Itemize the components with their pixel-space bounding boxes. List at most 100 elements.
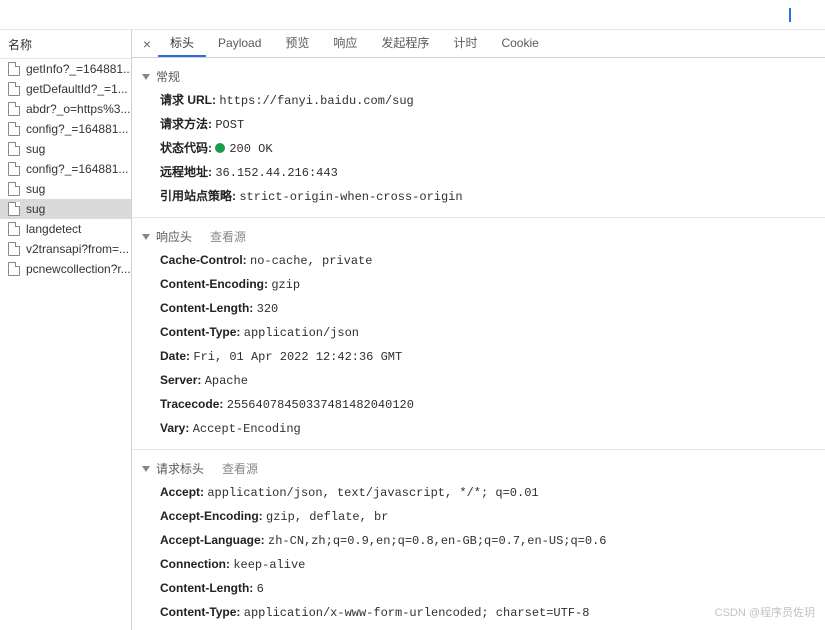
header-value: 25564078450337481482040120 (227, 398, 414, 412)
request-item-label: abdr?_o=https%3... (26, 102, 130, 116)
header-key: Server: (160, 373, 205, 387)
header-key: Date: (160, 349, 193, 363)
header-row: Tracecode: 25564078450337481482040120 (132, 393, 825, 417)
header-value: strict-origin-when-cross-origin (239, 190, 462, 204)
header-key: 请求 URL: (160, 93, 219, 107)
request-item[interactable]: config?_=164881... (0, 119, 131, 139)
header-key: Content-Encoding: (160, 277, 271, 291)
header-key: Content-Length: (160, 581, 257, 595)
view-source-link[interactable]: 查看源 (222, 460, 258, 477)
section-general: 常规 请求 URL: https://fanyi.baidu.com/sug请求… (132, 58, 825, 218)
request-item-label: config?_=164881... (26, 122, 128, 136)
header-value: Accept-Encoding (193, 422, 301, 436)
tab[interactable]: 发起程序 (369, 30, 441, 57)
close-details-button[interactable]: × (136, 36, 158, 52)
file-icon (8, 182, 20, 196)
request-item[interactable]: pcnewcollection?r... (0, 259, 131, 279)
header-key: Accept-Encoding: (160, 509, 266, 523)
chevron-down-icon (142, 74, 150, 80)
header-key: Accept: (160, 485, 207, 499)
request-item-label: getDefaultId?_=1... (26, 82, 128, 96)
request-item[interactable]: getDefaultId?_=1... (0, 79, 131, 99)
header-value: application/x-www-form-urlencoded; chars… (244, 606, 590, 620)
tab-bar: × 标头Payload预览响应发起程序计时Cookie (132, 30, 825, 58)
header-key: Accept-Language: (160, 533, 268, 547)
header-value: 36.152.44.216:443 (215, 166, 337, 180)
header-value: no-cache, private (250, 254, 372, 268)
file-icon (8, 102, 20, 116)
header-row: Accept-Language: zh-CN,zh;q=0.9,en;q=0.8… (132, 529, 825, 553)
file-icon (8, 242, 20, 256)
header-value: https://fanyi.baidu.com/sug (219, 94, 413, 108)
header-value: Apache (205, 374, 248, 388)
header-row: Vary: Accept-Encoding (132, 417, 825, 441)
request-item[interactable]: v2transapi?from=... (0, 239, 131, 259)
tab[interactable]: Cookie (489, 30, 550, 57)
header-value: Fri, 01 Apr 2022 12:42:36 GMT (193, 350, 402, 364)
chevron-down-icon (142, 234, 150, 240)
request-item[interactable]: langdetect (0, 219, 131, 239)
header-row: Cookie: BIDUPSID=387D86B3D33129818830DB4… (132, 625, 825, 630)
header-row: Content-Encoding: gzip (132, 273, 825, 297)
request-item[interactable]: sug (0, 179, 131, 199)
request-item[interactable]: config?_=164881... (0, 159, 131, 179)
file-icon (8, 122, 20, 136)
header-row: Cache-Control: no-cache, private (132, 249, 825, 273)
header-row: 引用站点策略: strict-origin-when-cross-origin (132, 185, 825, 209)
section-response-headers: 响应头 查看源 Cache-Control: no-cache, private… (132, 218, 825, 450)
section-general-head[interactable]: 常规 (132, 64, 825, 89)
header-value: POST (215, 118, 244, 132)
file-icon (8, 262, 20, 276)
header-key: 请求方法: (160, 117, 215, 131)
request-item[interactable]: sug (0, 199, 131, 219)
request-item-label: pcnewcollection?r... (26, 262, 131, 276)
view-source-link[interactable]: 查看源 (210, 228, 246, 245)
request-item[interactable]: getInfo?_=164881... (0, 59, 131, 79)
header-key: 引用站点策略: (160, 189, 239, 203)
tab[interactable]: 计时 (441, 30, 489, 57)
header-key: 状态代码: (160, 141, 215, 155)
status-dot-icon (215, 143, 225, 153)
header-value: 320 (257, 302, 279, 316)
header-value: zh-CN,zh;q=0.9,en;q=0.8,en-GB;q=0.7,en-U… (268, 534, 606, 548)
header-row: Content-Type: application/x-www-form-url… (132, 601, 825, 625)
header-row: Accept: application/json, text/javascrip… (132, 481, 825, 505)
header-value: gzip (271, 278, 300, 292)
request-item-label: langdetect (26, 222, 81, 236)
header-row: Connection: keep-alive (132, 553, 825, 577)
request-item-label: sug (26, 142, 45, 156)
section-response-title: 响应头 (156, 228, 192, 245)
file-icon (8, 162, 20, 176)
header-row: 状态代码: 200 OK (132, 137, 825, 161)
tab[interactable]: 预览 (273, 30, 321, 57)
tab[interactable]: 响应 (321, 30, 369, 57)
header-row: Accept-Encoding: gzip, deflate, br (132, 505, 825, 529)
header-key: Content-Type: (160, 605, 244, 619)
header-row: Content-Length: 6 (132, 577, 825, 601)
section-request-headers: 请求标头 查看源 Accept: application/json, text/… (132, 450, 825, 630)
request-list: getInfo?_=164881... getDefaultId?_=1...ab… (0, 59, 131, 279)
header-row: 远程地址: 36.152.44.216:443 (132, 161, 825, 185)
top-strip (0, 0, 825, 30)
header-key: Tracecode: (160, 397, 227, 411)
tab[interactable]: Payload (206, 30, 273, 57)
text-cursor (789, 8, 791, 22)
request-item[interactable]: sug (0, 139, 131, 159)
tab[interactable]: 标头 (158, 30, 206, 57)
header-key: Content-Type: (160, 325, 244, 339)
header-row: 请求方法: POST (132, 113, 825, 137)
file-icon (8, 222, 20, 236)
header-value: application/json (244, 326, 359, 340)
section-response-head[interactable]: 响应头 查看源 (132, 224, 825, 249)
section-request-head[interactable]: 请求标头 查看源 (132, 456, 825, 481)
header-key: Content-Length: (160, 301, 257, 315)
section-request-title: 请求标头 (156, 460, 204, 477)
header-key: Vary: (160, 421, 193, 435)
main-area: 名称 getInfo?_=164881... getDefaultId?_=1..… (0, 30, 825, 630)
header-key: Cache-Control: (160, 253, 250, 267)
header-row: 请求 URL: https://fanyi.baidu.com/sug (132, 89, 825, 113)
request-item-label: sug (26, 202, 45, 216)
file-icon (8, 202, 20, 216)
request-list-header: 名称 (0, 30, 131, 59)
request-item[interactable]: abdr?_o=https%3... (0, 99, 131, 119)
